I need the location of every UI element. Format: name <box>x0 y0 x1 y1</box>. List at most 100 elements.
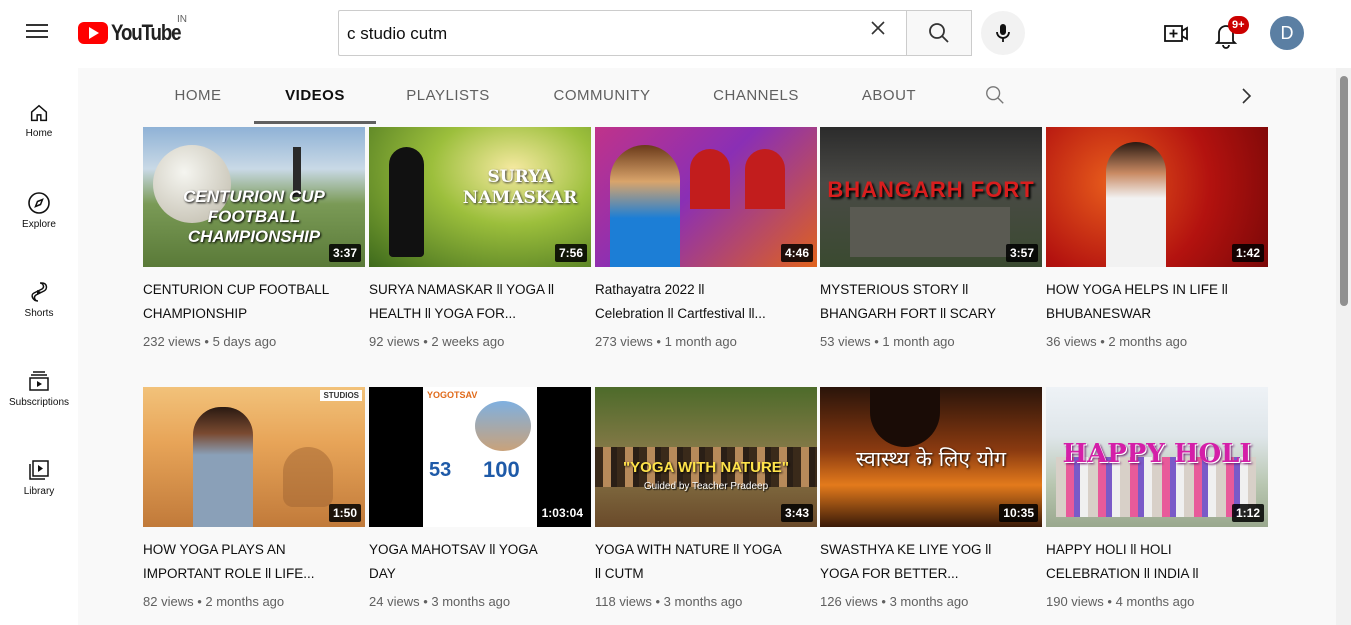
tab-channels[interactable]: CHANNELS <box>706 68 806 124</box>
tab-home[interactable]: HOME <box>162 68 234 124</box>
video-metadata: 82 views • 2 months ago <box>143 594 285 609</box>
youtube-logo[interactable]: YouTube <box>78 20 193 46</box>
video-title[interactable]: HOW YOGA PLAYS AN IMPORTANT ROLE ll LIFE… <box>143 538 354 586</box>
yoga-pose-figure <box>389 147 424 257</box>
sidebar-item-label: Explore <box>22 219 56 230</box>
create-button[interactable] <box>1162 20 1190 48</box>
tab-community[interactable]: COMMUNITY <box>542 68 662 124</box>
chariot-graphic <box>690 149 730 209</box>
video-title-line: HEALTH ll YOGA FOR... <box>369 306 517 322</box>
video-duration: 7:56 <box>554 244 587 262</box>
video-title[interactable]: HOW YOGA HELPS IN LIFE ll BHUBANESWAR <box>1046 278 1257 326</box>
sidebar-item-shorts[interactable]: Shorts <box>0 260 78 334</box>
video-title[interactable]: Rathayatra 2022 ll Celebration ll Cartfe… <box>595 278 806 326</box>
avatar[interactable]: D <box>1270 16 1304 50</box>
subscriptions-icon <box>29 371 49 391</box>
thumbnail-title: CENTURION CUP FOOTBALL CHAMPIONSHIP <box>183 187 325 246</box>
video-metadata: 273 views • 1 month ago <box>595 334 737 349</box>
video-add-icon <box>1164 25 1188 42</box>
video-card[interactable]: 4:46 Rathayatra 2022 ll Celebration ll C… <box>595 127 817 349</box>
close-icon <box>871 21 885 35</box>
video-duration: 1:42 <box>1231 244 1264 262</box>
video-thumbnail[interactable]: SURYA NAMASKAR 7:56 <box>369 127 591 267</box>
person-figure <box>1106 142 1166 267</box>
poster-days: 53 <box>429 459 452 481</box>
video-title-line: HOW YOGA PLAYS AN <box>143 542 286 558</box>
video-title[interactable]: CENTURION CUP FOOTBALL CHAMPIONSHIP <box>143 278 354 326</box>
search-icon <box>986 86 1004 104</box>
video-thumbnail[interactable]: "YOGA WITH NATURE" Guided by Teacher Pra… <box>595 387 817 527</box>
video-title-line: SURYA NAMASKAR ll YOGA ll <box>369 282 555 298</box>
video-card[interactable]: YOGOTSAV 53 100 1:03:04 YOGA MAHOTSAV ll… <box>369 387 591 609</box>
video-card[interactable]: BHANGARH FORT 3:57 MYSTERIOUS STORY ll B… <box>820 127 1042 349</box>
video-title-line: MYSTERIOUS STORY ll <box>820 282 969 298</box>
video-title[interactable]: SWASTHYA KE LIYE YOG ll YOGA FOR BETTER.… <box>820 538 1031 586</box>
thumbnail-title: स्वास्थ्य के लिए योग <box>855 447 1007 471</box>
logo-text: YouTube <box>111 20 182 45</box>
video-title-line: CHAMPIONSHIP <box>143 306 248 322</box>
video-thumbnail[interactable]: 1:42 <box>1046 127 1268 267</box>
video-duration: 3:43 <box>780 504 813 522</box>
channel-search-button[interactable] <box>984 84 1008 108</box>
video-title-line: BHUBANESWAR <box>1046 306 1152 322</box>
voice-search-button[interactable] <box>981 11 1025 55</box>
channel-tabs: HOME VIDEOS PLAYLISTS COMMUNITY CHANNELS… <box>78 68 1336 124</box>
search-input[interactable] <box>347 22 847 46</box>
video-duration: 10:35 <box>999 504 1038 522</box>
menu-button[interactable] <box>26 20 52 46</box>
video-title[interactable]: YOGA MAHOTSAV ll YOGA DAY <box>369 538 580 586</box>
video-metadata: 232 views • 5 days ago <box>143 334 277 349</box>
video-title-line: Rathayatra 2022 ll <box>595 282 705 298</box>
video-title[interactable]: MYSTERIOUS STORY ll BHANGARH FORT ll SCA… <box>820 278 1031 326</box>
thumbnail-title: BHANGARH FORT <box>827 177 1035 202</box>
clear-search-button[interactable] <box>868 18 888 38</box>
person-figure <box>193 407 253 527</box>
video-card[interactable]: "YOGA WITH NATURE" Guided by Teacher Pra… <box>595 387 817 609</box>
sidebar-item-library[interactable]: Library <box>0 438 78 512</box>
video-thumbnail[interactable]: YOGOTSAV 53 100 1:03:04 <box>369 387 591 527</box>
video-metadata: 24 views • 3 months ago <box>369 594 511 609</box>
video-thumbnail[interactable]: CENTURION CUP FOOTBALL CHAMPIONSHIP 3:37 <box>143 127 365 267</box>
search-button[interactable] <box>906 10 972 56</box>
sidebar-item-explore[interactable]: Explore <box>0 171 78 245</box>
menu-icon-bar <box>26 24 48 26</box>
microphone-icon <box>996 24 1010 42</box>
search-box <box>338 10 906 56</box>
video-thumbnail[interactable]: स्वास्थ्य के लिए योग 10:35 <box>820 387 1042 527</box>
scrollbar-thumb[interactable] <box>1340 76 1348 306</box>
video-thumbnail[interactable]: BHANGARH FORT 3:57 <box>820 127 1042 267</box>
video-title[interactable]: SURYA NAMASKAR ll YOGA ll HEALTH ll YOGA… <box>369 278 580 326</box>
video-thumbnail[interactable]: HAPPY HOLI 1:12 <box>1046 387 1268 527</box>
video-title-line: Celebration ll Cartfestival ll... <box>595 306 766 322</box>
sidebar-item-label: Shorts <box>24 308 54 319</box>
video-thumbnail[interactable]: 4:46 <box>595 127 817 267</box>
video-card[interactable]: स्वास्थ्य के लिए योग 10:35 SWASTHYA KE L… <box>820 387 1042 609</box>
video-card[interactable]: SURYA NAMASKAR 7:56 SURYA NAMASKAR ll YO… <box>369 127 591 349</box>
menu-icon-bar <box>26 36 48 38</box>
search-icon <box>929 23 949 43</box>
video-metadata: 92 views • 2 weeks ago <box>369 334 505 349</box>
video-thumbnail[interactable]: STUDIOS 1:50 <box>143 387 365 527</box>
video-card[interactable]: 1:42 HOW YOGA HELPS IN LIFE ll BHUBANESW… <box>1046 127 1268 349</box>
video-title[interactable]: HAPPY HOLI ll HOLI CELEBRATION ll INDIA … <box>1046 538 1257 586</box>
video-title-line: IMPORTANT ROLE ll LIFE... <box>143 566 315 582</box>
poster-number: 100 <box>483 457 520 482</box>
tab-playlists[interactable]: PLAYLISTS <box>396 68 500 124</box>
video-card[interactable]: CENTURION CUP FOOTBALL CHAMPIONSHIP 3:37… <box>143 127 365 349</box>
temple-graphic <box>475 401 531 451</box>
video-title-line: ll CUTM <box>595 566 644 582</box>
sidebar-item-subscriptions[interactable]: Subscriptions <box>0 349 78 423</box>
video-title[interactable]: YOGA WITH NATURE ll YOGA ll CUTM <box>595 538 806 586</box>
video-card[interactable]: HAPPY HOLI 1:12 HAPPY HOLI ll HOLI CELEB… <box>1046 387 1268 609</box>
tab-about[interactable]: ABOUT <box>850 68 928 124</box>
tabs-scroll-right-button[interactable] <box>1234 84 1258 108</box>
tab-videos[interactable]: VIDEOS <box>254 68 376 124</box>
video-duration: 4:46 <box>780 244 813 262</box>
sidebar-item-home[interactable]: Home <box>0 82 78 156</box>
country-code: IN <box>177 14 187 25</box>
thumbnail-title: HAPPY HOLI <box>1062 439 1252 469</box>
video-title-line: CENTURION CUP FOOTBALL <box>143 282 330 298</box>
video-card[interactable]: STUDIOS 1:50 HOW YOGA PLAYS AN IMPORTANT… <box>143 387 365 609</box>
scrollbar[interactable] <box>1336 68 1351 625</box>
poster-graphic: YOGOTSAV 53 100 <box>423 387 537 527</box>
